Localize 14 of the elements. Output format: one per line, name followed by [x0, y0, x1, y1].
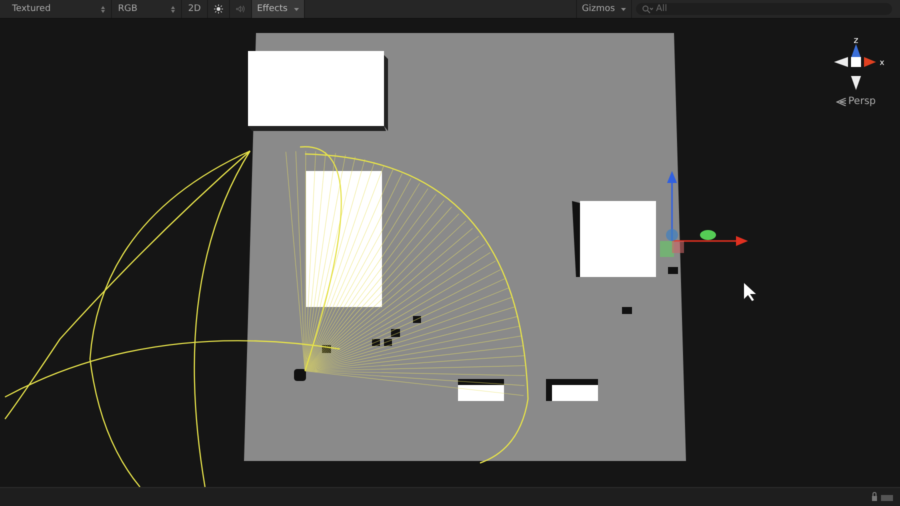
projection-label[interactable]: Persp	[836, 96, 876, 107]
caret-icon	[294, 8, 299, 10]
axis-gizmo-drawing[interactable]: z x	[826, 34, 886, 90]
perspective-icon	[836, 98, 846, 106]
updown-caret-icon	[101, 6, 105, 12]
updown-caret-icon	[171, 6, 175, 12]
effects-menu[interactable]: Effects	[252, 0, 305, 18]
search-field[interactable]: All	[636, 3, 892, 15]
dropdown[interactable]: RGB	[112, 0, 182, 18]
gizmos-menu[interactable]: Gizmos	[576, 0, 632, 18]
toggle-button[interactable]: 2D	[182, 0, 208, 18]
caret-icon	[621, 8, 626, 10]
lock-icon	[872, 492, 894, 502]
dropdown[interactable]: Textured	[0, 0, 112, 18]
